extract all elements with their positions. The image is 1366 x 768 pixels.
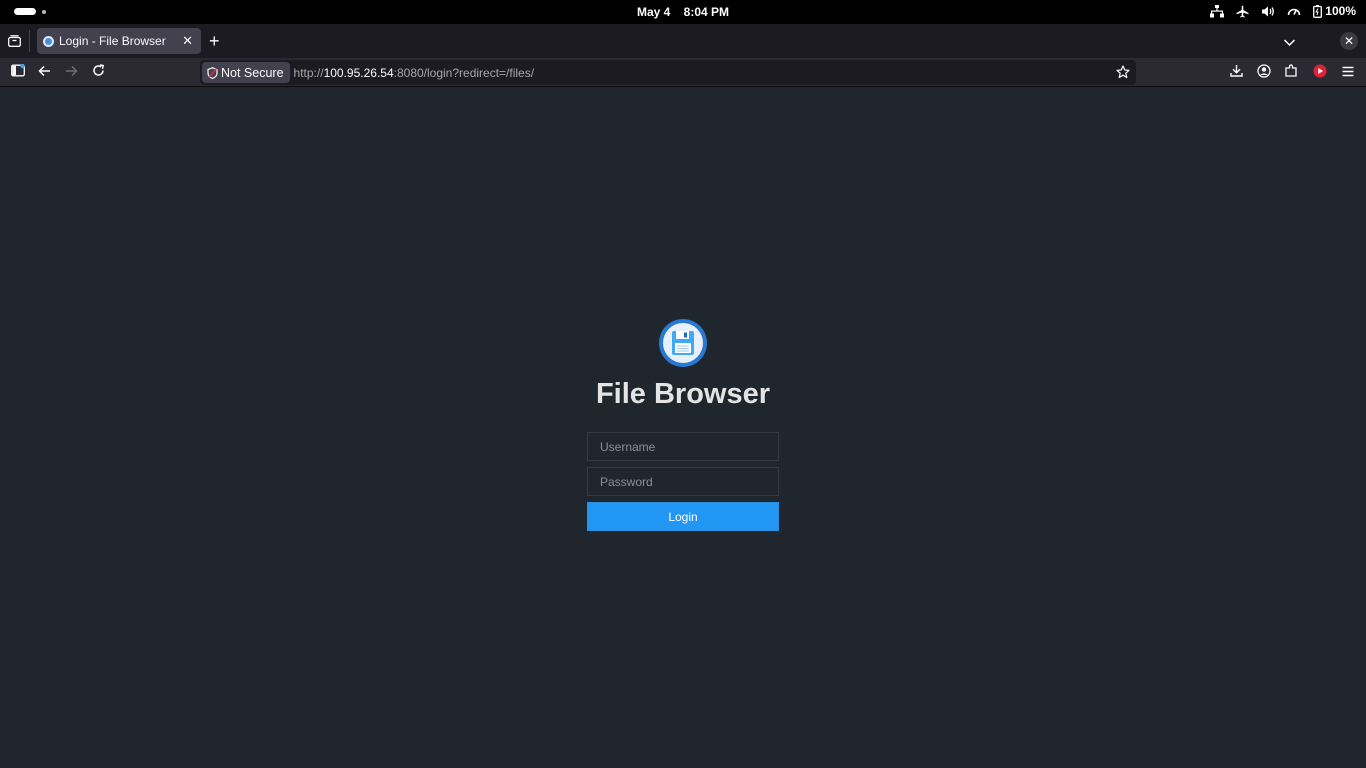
forward-arrow-icon[interactable]	[65, 64, 78, 82]
extensions-icon[interactable]	[1285, 64, 1298, 82]
site-security-indicator[interactable]: Not Secure	[202, 62, 290, 83]
volume-icon	[1261, 5, 1275, 18]
not-secure-label: Not Secure	[221, 65, 284, 80]
file-browser-logo-icon	[659, 319, 707, 367]
window-close-button[interactable]: ✕	[1340, 32, 1358, 50]
tab-title: Login - File Browser	[59, 34, 166, 48]
battery-percent: 100%	[1325, 4, 1356, 18]
network-icon	[1210, 4, 1225, 18]
address-bar[interactable]: Not Secure http://100.95.26.54:8080/logi…	[200, 60, 1136, 85]
web-page: File Browser Login	[0, 88, 1366, 768]
clock-time: 8:04 PM	[683, 5, 730, 19]
clock-date: May 4	[636, 5, 671, 19]
battery-icon	[1313, 4, 1323, 18]
tab-strip: Login - File Browser ✕ + ✕	[0, 24, 1366, 58]
url-scheme: http://	[293, 65, 324, 80]
system-tray[interactable]: 100%	[1210, 4, 1356, 18]
globe-icon	[43, 35, 54, 47]
navigation-toolbar: Not Secure http://100.95.26.54:8080/logi…	[0, 58, 1366, 87]
new-tab-button[interactable]: +	[209, 32, 220, 50]
youtube-extension-icon[interactable]	[1313, 64, 1327, 83]
download-icon[interactable]	[1230, 64, 1243, 82]
url-host: 100.95.26.54	[323, 65, 394, 80]
firefox-view-icon[interactable]	[8, 34, 21, 52]
system-top-bar: May 4 8:04 PM 100%	[0, 0, 1366, 24]
account-icon[interactable]	[1257, 64, 1271, 83]
power-profile-icon	[1287, 5, 1301, 18]
clock[interactable]: May 4 8:04 PM	[0, 5, 1366, 19]
login-button[interactable]: Login	[587, 502, 779, 531]
sidebar-icon[interactable]	[11, 63, 25, 82]
url-path: :8080/login?redirect=/files/	[393, 65, 535, 80]
bookmark-star-icon[interactable]	[1116, 65, 1130, 84]
password-input[interactable]	[587, 467, 779, 496]
username-input[interactable]	[587, 432, 779, 461]
app-title: File Browser	[595, 378, 771, 410]
chevron-down-icon[interactable]	[1283, 34, 1296, 52]
tab-login-file-browser[interactable]: Login - File Browser ✕	[37, 28, 201, 54]
login-form: File Browser Login	[587, 318, 779, 531]
url-text[interactable]: http://100.95.26.54:8080/login?redirect=…	[294, 66, 535, 80]
battery-indicator: 100%	[1313, 4, 1356, 18]
airplane-mode-icon	[1236, 5, 1249, 18]
menu-hamburger-icon[interactable]	[1342, 64, 1354, 82]
shield-warning-icon	[207, 66, 218, 79]
reload-icon[interactable]	[92, 64, 105, 82]
tab-separator	[29, 30, 30, 52]
tab-close-icon[interactable]: ✕	[182, 33, 193, 49]
back-arrow-icon[interactable]	[38, 64, 51, 82]
